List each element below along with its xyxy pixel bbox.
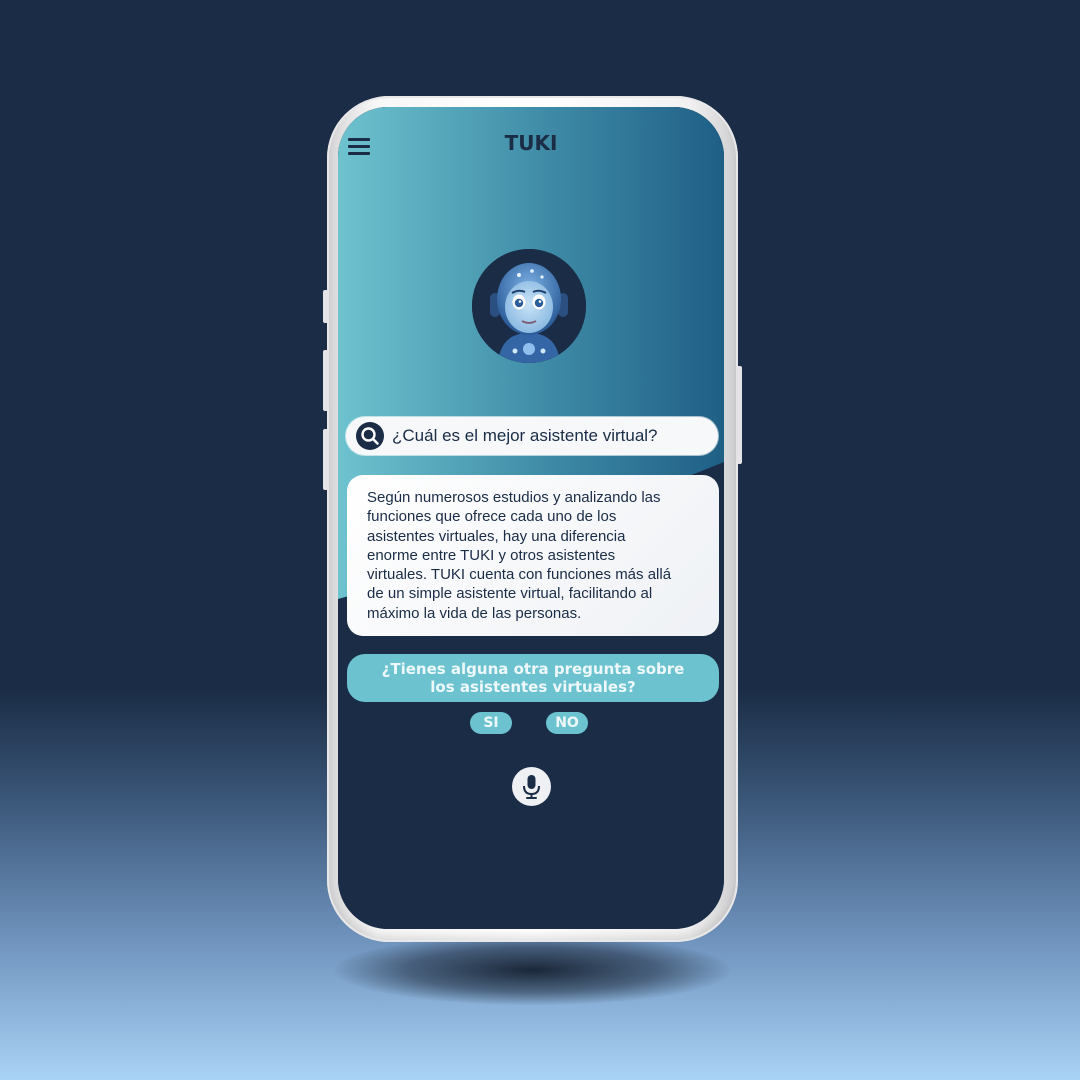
- phone-side-button-3: [323, 429, 329, 490]
- answer-line: máximo la vida de las personas.: [367, 604, 582, 622]
- answer-line: funciones que ofrece cada uno de los: [367, 508, 617, 526]
- answer-line: de un simple asistente virtual, facilita…: [367, 585, 653, 603]
- phone-side-button-1: [323, 290, 329, 323]
- yes-button[interactable]: SI: [470, 712, 512, 734]
- microphone-icon: [523, 775, 540, 799]
- microphone-button[interactable]: [512, 767, 551, 806]
- followup-question-line: ¿Tienes alguna otra pregunta sobre: [381, 660, 685, 678]
- phone-power-button: [736, 366, 742, 464]
- phone-screen: TUKI ¿Cuál es el mejor asistente virtual…: [338, 107, 724, 929]
- search-bar[interactable]: [346, 417, 718, 455]
- answer-text: Según numerosos estudios y analizando la…: [367, 488, 705, 623]
- answer-card: Según numerosos estudios y analizando la…: [347, 475, 719, 636]
- answer-line: enorme entre TUKI y otros asistentes: [367, 546, 616, 564]
- phone-side-button-2: [323, 350, 329, 411]
- answer-line: asistentes virtuales, hay una diferencia: [367, 527, 626, 545]
- app-title: TUKI: [504, 131, 558, 155]
- answer-line: Según numerosos estudios y analizando la…: [367, 489, 661, 506]
- followup-question-banner: ¿Tienes alguna otra pregunta sobre los a…: [347, 654, 719, 702]
- search-icon[interactable]: [356, 422, 384, 450]
- followup-question-text: ¿Tienes alguna otra pregunta sobre los a…: [368, 660, 698, 696]
- followup-question-line: los asistentes virtuales?: [430, 678, 636, 696]
- answer-line: virtuales. TUKI cuenta con funciones más…: [367, 566, 672, 584]
- phone-shadow: [335, 935, 730, 1005]
- search-input[interactable]: [392, 421, 708, 451]
- no-button[interactable]: NO: [546, 712, 588, 734]
- robot-avatar-icon: [472, 249, 586, 363]
